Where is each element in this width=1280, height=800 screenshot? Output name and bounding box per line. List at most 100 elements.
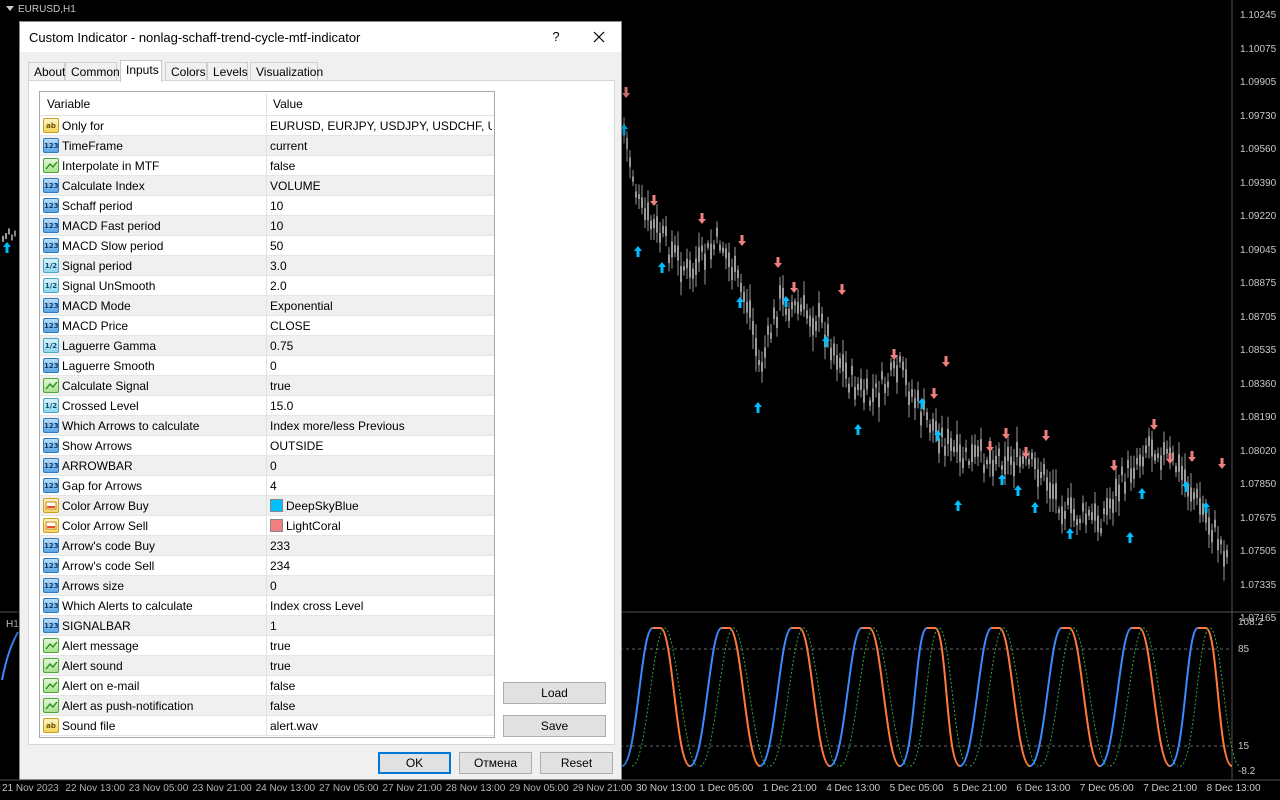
boolean-type-icon xyxy=(43,698,59,713)
tab-inputs[interactable]: Inputs xyxy=(120,60,162,82)
param-row[interactable]: 123 MACD Price CLOSE xyxy=(40,316,494,336)
param-row[interactable]: 123 Arrow's code Buy 233 xyxy=(40,536,494,556)
param-row[interactable]: 123 MACD Slow period 50 xyxy=(40,236,494,256)
param-row[interactable]: 123 Arrow's code Sell 234 xyxy=(40,556,494,576)
header-divider[interactable] xyxy=(266,94,267,114)
param-row[interactable]: Interpolate in MTF false xyxy=(40,156,494,176)
close-button[interactable] xyxy=(588,26,610,48)
param-value[interactable]: CLOSE xyxy=(270,319,492,333)
param-row[interactable]: 123 Calculate Index VOLUME xyxy=(40,176,494,196)
param-row[interactable]: 123 TimeFrame current xyxy=(40,136,494,156)
time-tick-label: 5 Dec 05:00 xyxy=(889,783,944,794)
param-value[interactable]: 3.0 xyxy=(270,259,492,273)
tab-colors[interactable]: Colors xyxy=(165,62,207,81)
param-row[interactable]: 123 MACD Fast period 10 xyxy=(40,216,494,236)
param-value[interactable]: current xyxy=(270,139,492,153)
param-value[interactable]: EURUSD, EURJPY, USDJPY, USDCHF, U... xyxy=(270,119,492,133)
tab-about[interactable]: About xyxy=(28,62,65,81)
param-row[interactable]: 123 MACD Mode Exponential xyxy=(40,296,494,316)
param-row[interactable]: ab Only for EURUSD, EURJPY, USDJPY, USDCHF… xyxy=(40,116,494,136)
param-value[interactable]: 0 xyxy=(270,579,492,593)
param-value[interactable]: 234 xyxy=(270,559,492,573)
candle-body xyxy=(1172,452,1174,460)
param-value[interactable]: true xyxy=(270,639,492,653)
param-row[interactable]: ab Sound file alert.wav xyxy=(40,716,494,736)
param-value[interactable]: 0 xyxy=(270,459,492,473)
dialog-titlebar[interactable]: Custom Indicator - nonlag-schaff-trend-c… xyxy=(20,22,621,52)
save-button[interactable]: Save xyxy=(503,715,606,737)
help-button[interactable]: ? xyxy=(546,27,566,47)
tab-common[interactable]: Common xyxy=(65,62,120,81)
reset-button[interactable]: Reset xyxy=(540,752,613,774)
param-row[interactable]: 1/2 Signal UnSmooth 2.0 xyxy=(40,276,494,296)
cancel-button[interactable]: Отмена xyxy=(459,752,532,774)
param-row[interactable]: Alert as push-notification false xyxy=(40,696,494,716)
buy-arrow-icon xyxy=(736,297,744,308)
param-value[interactable]: 0 xyxy=(270,359,492,373)
param-value[interactable]: 1 xyxy=(270,619,492,633)
column-divider xyxy=(266,396,267,416)
param-row[interactable]: 123 ARROWBAR 0 xyxy=(40,456,494,476)
param-row[interactable]: 123 SIGNALBAR 1 xyxy=(40,616,494,636)
param-value[interactable]: false xyxy=(270,159,492,173)
param-value[interactable]: Exponential xyxy=(270,299,492,313)
param-value[interactable]: VOLUME xyxy=(270,179,492,193)
param-row[interactable]: Calculate Signal true xyxy=(40,376,494,396)
candle-body xyxy=(641,197,643,208)
candle-body xyxy=(1160,455,1162,470)
param-value[interactable]: 50 xyxy=(270,239,492,253)
param-row[interactable]: Color Arrow Buy DeepSkyBlue xyxy=(40,496,494,516)
param-row[interactable]: 1/2 Crossed Level 15.0 xyxy=(40,396,494,416)
param-name: Calculate Index xyxy=(62,179,145,193)
param-row[interactable]: 1/2 Laguerre Gamma 0.75 xyxy=(40,336,494,356)
param-value[interactable]: OUTSIDE xyxy=(270,439,492,453)
time-tick-label: 1 Dec 05:00 xyxy=(699,783,754,794)
param-row[interactable]: 123 Arrows size 0 xyxy=(40,576,494,596)
candle-body xyxy=(896,365,898,383)
time-tick-label: 4 Dec 13:00 xyxy=(826,783,881,794)
candle-body xyxy=(956,434,958,453)
param-row[interactable]: Color Arrow Sell LightCoral xyxy=(40,516,494,536)
time-tick-label: 29 Nov 21:00 xyxy=(572,783,633,794)
param-value[interactable]: Index more/less Previous xyxy=(270,419,492,433)
param-row[interactable]: Alert on e-mail false xyxy=(40,676,494,696)
param-value[interactable]: true xyxy=(270,379,492,393)
param-value[interactable]: 2.0 xyxy=(270,279,492,293)
param-value[interactable]: Index cross Level xyxy=(270,599,492,613)
param-name: Schaff period xyxy=(62,199,133,213)
param-row[interactable]: 1/2 Signal period 3.0 xyxy=(40,256,494,276)
param-value[interactable]: DeepSkyBlue xyxy=(270,499,492,513)
param-row[interactable]: 123 Which Arrows to calculate Index more/l… xyxy=(40,416,494,436)
param-row[interactable]: Alert sound true xyxy=(40,656,494,676)
tab-levels[interactable]: Levels xyxy=(207,62,248,81)
param-row[interactable]: 123 Laguerre Smooth 0 xyxy=(40,356,494,376)
candle-body xyxy=(713,244,715,250)
ok-button[interactable]: OK xyxy=(378,752,451,774)
column-value[interactable]: Value xyxy=(273,97,303,111)
boolean-type-icon xyxy=(43,658,59,673)
param-value[interactable]: alert.wav xyxy=(270,719,492,733)
load-button[interactable]: Load xyxy=(503,682,606,704)
inputs-grid: Variable Value ab Only for EURUSD, EURJPY,… xyxy=(39,91,495,738)
candle-body xyxy=(884,383,886,393)
param-row[interactable]: Alert message true xyxy=(40,636,494,656)
candle-body xyxy=(644,208,646,221)
param-row[interactable]: 123 Schaff period 10 xyxy=(40,196,494,216)
param-value[interactable]: LightCoral xyxy=(270,519,492,533)
param-value[interactable]: true xyxy=(270,659,492,673)
param-value[interactable]: false xyxy=(270,699,492,713)
param-value[interactable]: 10 xyxy=(270,199,492,213)
integer-type-icon: 123 xyxy=(43,598,59,613)
param-value[interactable]: 233 xyxy=(270,539,492,553)
param-row[interactable]: 123 Gap for Arrows 4 xyxy=(40,476,494,496)
column-variable[interactable]: Variable xyxy=(47,97,90,111)
param-value[interactable]: 4 xyxy=(270,479,492,493)
param-value[interactable]: 10 xyxy=(270,219,492,233)
param-value[interactable]: false xyxy=(270,679,492,693)
tab-visualization[interactable]: Visualization xyxy=(250,62,323,81)
param-value[interactable]: 15.0 xyxy=(270,399,492,413)
param-row[interactable]: 123 Which Alerts to calculate Index cross … xyxy=(40,596,494,616)
param-row[interactable]: 123 Show Arrows OUTSIDE xyxy=(40,436,494,456)
candle-body xyxy=(1190,487,1192,502)
param-value[interactable]: 0.75 xyxy=(270,339,492,353)
